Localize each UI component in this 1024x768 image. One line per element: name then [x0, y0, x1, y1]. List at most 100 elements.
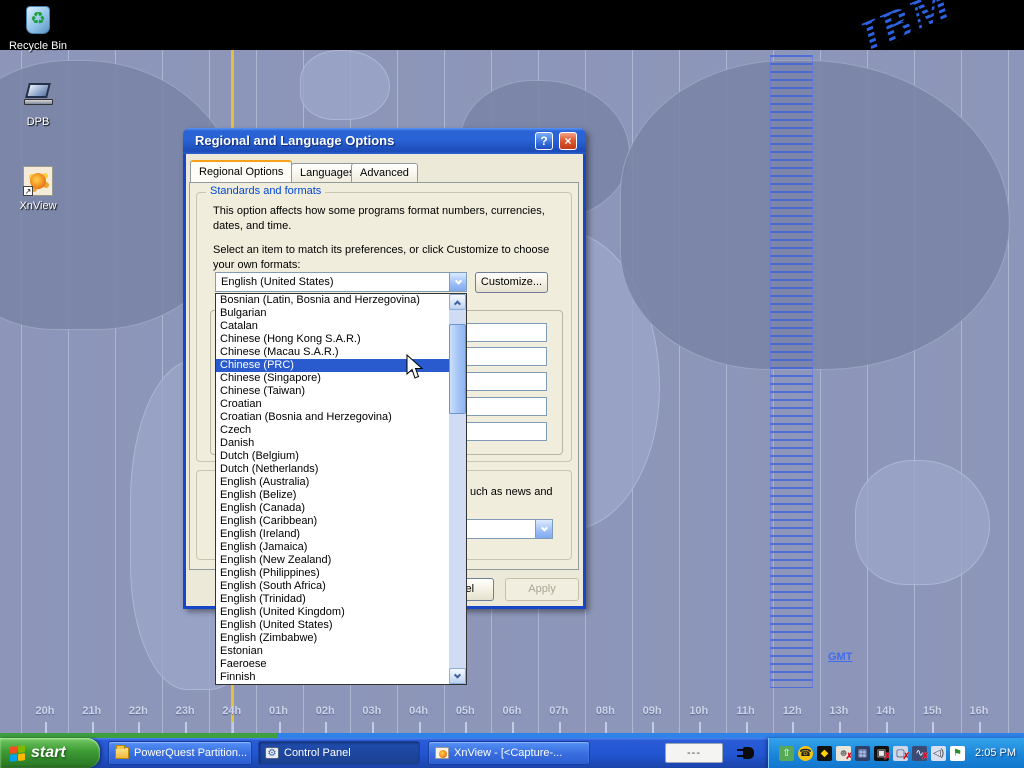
scroll-up-icon[interactable]: [449, 294, 466, 310]
chevron-down-icon[interactable]: [449, 273, 466, 291]
disabled-badge-icon: ✗: [921, 749, 929, 764]
disconnected-computer-icon[interactable]: ▢✗: [893, 746, 908, 761]
timezone-label: 15h: [912, 705, 952, 717]
language-option[interactable]: Chinese (Taiwan): [216, 385, 449, 398]
timezone-label: 02h: [305, 705, 345, 717]
timezone-label: 22h: [118, 705, 158, 717]
language-option[interactable]: English (United States): [216, 619, 449, 632]
timezone-label: 09h: [632, 705, 672, 717]
language-option[interactable]: English (Belize): [216, 489, 449, 502]
language-option[interactable]: English (Australia): [216, 476, 449, 489]
scrollbar-thumb[interactable]: [449, 324, 466, 414]
language-option[interactable]: English (United Kingdom): [216, 606, 449, 619]
gmt-meridian-band: [770, 55, 813, 688]
format-dropdown-list: Bosnian (Latin, Bosnia and Herzegovina)B…: [215, 293, 467, 685]
icon-label: XnView: [5, 200, 71, 212]
help-button[interactable]: ?: [535, 132, 553, 150]
taskbar-task-button[interactable]: XnView - [<Capture-...: [428, 741, 590, 765]
offline-users-icon[interactable]: ☻✗: [836, 746, 851, 761]
voice-modem-icon[interactable]: ☎: [798, 746, 813, 761]
laptop-icon: [21, 80, 55, 114]
location-text-fragment: uch as news and: [470, 485, 565, 500]
timezone-label: 20h: [25, 705, 65, 717]
capture-app-disabled-icon[interactable]: ▣✗: [874, 746, 889, 761]
timezone-label: 24h: [212, 705, 252, 717]
language-option[interactable]: English (New Zealand): [216, 554, 449, 567]
disabled-badge-icon: ✗: [845, 749, 853, 764]
recycle-bin-icon: ♻: [21, 4, 55, 38]
language-option[interactable]: English (Ireland): [216, 528, 449, 541]
language-option[interactable]: Chinese (Hong Kong S.A.R.): [216, 333, 449, 346]
language-option[interactable]: English (Caribbean): [216, 515, 449, 528]
start-label: start: [31, 744, 66, 762]
apply-button[interactable]: Apply: [505, 578, 579, 601]
volume-icon[interactable]: ◁): [931, 746, 946, 761]
format-combobox-value: English (United States): [216, 276, 449, 288]
task-button-label: XnView - [<Capture-...: [454, 747, 562, 759]
timezone-label: 05h: [445, 705, 485, 717]
taskbar: start PowerQuest Partition... ⚙Control Pa…: [0, 738, 1024, 768]
tab-regional-options[interactable]: Regional Options: [190, 160, 292, 182]
close-button[interactable]: ×: [559, 132, 577, 150]
standards-instruction: Select an item to match its preferences,…: [213, 243, 563, 273]
continent-shape: [300, 50, 390, 120]
list-scrollbar[interactable]: [449, 294, 466, 684]
language-option[interactable]: Dutch (Belgium): [216, 450, 449, 463]
deskband-toolbar[interactable]: ---: [665, 743, 723, 763]
taskbar-clock[interactable]: 2:05 PM: [975, 747, 1016, 759]
language-option[interactable]: English (Jamaica): [216, 541, 449, 554]
start-button[interactable]: start: [0, 738, 100, 768]
dialog-titlebar[interactable]: Regional and Language Options ? ×: [183, 128, 586, 154]
removable-media-icon[interactable]: ⇧: [779, 746, 794, 761]
timezone-label: 04h: [399, 705, 439, 717]
language-option[interactable]: Dutch (Netherlands): [216, 463, 449, 476]
language-option[interactable]: Bulgarian: [216, 307, 449, 320]
antivirus-diamond-icon[interactable]: ◆: [817, 746, 832, 761]
xnview-icon: ↗: [21, 164, 55, 198]
format-combobox[interactable]: English (United States): [215, 272, 467, 292]
scheduler-flag-icon[interactable]: ⚑: [950, 746, 965, 761]
wireless-off-icon[interactable]: ∿✗: [912, 746, 927, 761]
customize-button[interactable]: Customize...: [475, 272, 548, 293]
language-option[interactable]: Catalan: [216, 320, 449, 333]
language-option[interactable]: English (South Africa): [216, 580, 449, 593]
chevron-down-icon[interactable]: [535, 520, 552, 538]
dialog-title: Regional and Language Options: [195, 133, 394, 148]
network-computers-icon[interactable]: ▦: [855, 746, 870, 761]
timezone-label: 14h: [866, 705, 906, 717]
language-option[interactable]: Estonian: [216, 645, 449, 658]
xnview-icon: [435, 747, 449, 759]
timezone-label: 21h: [72, 705, 112, 717]
continent-shape: [855, 460, 990, 585]
desktop-icon-xnview[interactable]: ↗ XnView: [5, 164, 71, 212]
power-plug-icon[interactable]: [737, 745, 757, 761]
desktop-icon-recycle-bin[interactable]: ♻ Recycle Bin: [5, 4, 71, 52]
timezone-label: 01h: [259, 705, 299, 717]
continent-shape: [620, 60, 1010, 370]
language-option[interactable]: Czech: [216, 424, 449, 437]
control-panel-icon: ⚙: [265, 747, 279, 759]
folder-icon: [115, 747, 129, 759]
scroll-down-icon[interactable]: [449, 668, 466, 684]
language-option[interactable]: Danish: [216, 437, 449, 450]
timezone-label: 06h: [492, 705, 532, 717]
language-option[interactable]: English (Trinidad): [216, 593, 449, 606]
language-option[interactable]: Finnish: [216, 671, 449, 684]
language-option[interactable]: English (Zimbabwe): [216, 632, 449, 645]
taskbar-task-button[interactable]: ⚙Control Panel: [258, 741, 420, 765]
windows-flag-icon: [10, 745, 25, 762]
language-option[interactable]: Bosnian (Latin, Bosnia and Herzegovina): [216, 294, 449, 307]
language-option[interactable]: English (Canada): [216, 502, 449, 515]
language-option[interactable]: Croatian: [216, 398, 449, 411]
standards-legend: Standards and formats: [206, 185, 325, 197]
task-button-label: PowerQuest Partition...: [134, 747, 247, 759]
icon-label: DPB: [5, 116, 71, 128]
tab-advanced[interactable]: Advanced: [351, 163, 418, 182]
timezone-label: 23h: [165, 705, 205, 717]
taskbar-task-button[interactable]: PowerQuest Partition...: [108, 741, 252, 765]
language-option[interactable]: English (Philippines): [216, 567, 449, 580]
desktop-icon-dpb[interactable]: DPB: [5, 80, 71, 128]
mouse-cursor: [406, 354, 426, 382]
language-option[interactable]: Croatian (Bosnia and Herzegovina): [216, 411, 449, 424]
language-option[interactable]: Faeroese: [216, 658, 449, 671]
